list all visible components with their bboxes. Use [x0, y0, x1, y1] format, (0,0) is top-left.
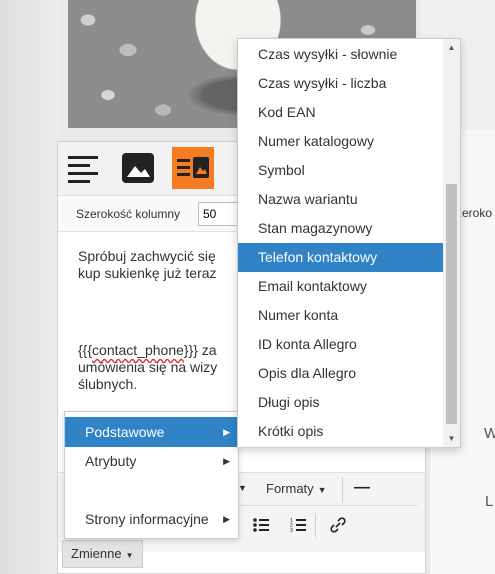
variable-item[interactable]: Numer konta — [238, 301, 444, 330]
scrollbar-thumb[interactable] — [446, 184, 457, 424]
var-close-text: }}} za — [183, 342, 217, 358]
var-open-braces: {{{ — [78, 342, 93, 358]
contact-phone-variable: contact_phone — [92, 342, 184, 358]
category-label: Podstawowe — [85, 424, 165, 440]
variable-item[interactable]: Symbol — [238, 156, 444, 185]
horizontal-rule-button[interactable]: — — [354, 479, 370, 497]
chevron-right-icon: ▶ — [223, 427, 230, 437]
variables-button[interactable]: Zmienne ▼ — [62, 540, 143, 568]
dropdown-scrollbar[interactable]: ▲ ▼ — [443, 39, 460, 447]
variable-item[interactable]: Stan magazynowy — [238, 214, 444, 243]
variables-category-menu: Podstawowe ▶ Atrybuty ▶ Strony informacyjn… — [64, 411, 239, 539]
variable-item[interactable]: Opis dla Allegro — [238, 359, 444, 388]
caret-down-icon: ▼ — [238, 483, 247, 493]
variable-item[interactable]: Nazwa wariantu — [238, 185, 444, 214]
variable-item[interactable]: Numer katalogowy — [238, 127, 444, 156]
category-item-podstawowe[interactable]: Podstawowe ▶ — [65, 417, 238, 447]
formats-caret-icon: ▼ — [317, 485, 327, 495]
category-item-empty[interactable] — [65, 475, 238, 505]
variables-caret-icon: ▼ — [125, 551, 134, 560]
toolbar-separator — [342, 477, 343, 503]
variable-item[interactable]: Email kontaktowy — [238, 272, 444, 301]
category-item-atrybuty[interactable]: Atrybuty ▶ — [65, 446, 238, 476]
layout-text-only-button[interactable] — [62, 147, 104, 189]
formats-label: Formaty — [266, 481, 314, 496]
layout-image-only-button[interactable] — [117, 147, 159, 189]
toolbar-divider — [238, 505, 418, 506]
variable-item[interactable]: Czas wysyłki - liczba — [238, 69, 444, 98]
variable-item[interactable]: Czas wysyłki - słownie — [238, 40, 444, 69]
chevron-right-icon: ▶ — [223, 456, 230, 466]
link-icon[interactable] — [330, 517, 346, 533]
chevron-right-icon: ▶ — [223, 514, 230, 524]
bullet-list-icon[interactable] — [253, 517, 269, 533]
svg-text:3: 3 — [290, 528, 293, 533]
layout-text-image-button[interactable] — [172, 147, 214, 189]
align-left-icon — [68, 156, 98, 183]
formats-dropdown[interactable]: Formaty ▼ — [266, 481, 327, 496]
background-left — [0, 0, 60, 574]
variables-list-dropdown: Czas wysyłki - słownie Czas wysyłki - li… — [237, 38, 461, 448]
variables-label: Zmienne — [71, 546, 122, 561]
category-item-strony-informacyjne[interactable]: Strony informacyjne ▶ — [65, 504, 238, 534]
variable-item-selected[interactable]: Telefon kontaktowy — [238, 243, 444, 272]
scroll-down-arrow-icon[interactable]: ▼ — [443, 430, 460, 447]
adjacent-text-l: L — [485, 493, 494, 510]
scroll-up-arrow-icon[interactable]: ▲ — [443, 39, 460, 56]
category-label: Atrybuty — [85, 453, 137, 469]
variable-item[interactable]: Krótki opis — [238, 417, 444, 446]
adjacent-text-w: W — [484, 425, 495, 442]
variable-item[interactable]: ID konta Allegro — [238, 330, 444, 359]
text-image-icon — [177, 157, 209, 178]
numbered-list-icon[interactable]: 1 2 3 — [290, 517, 306, 533]
toolbar-separator-2 — [315, 513, 316, 537]
column-width-label: Szerokość kolumny — [76, 207, 181, 221]
category-label: Strony informacyjne — [85, 511, 209, 527]
variable-item[interactable]: Długi opis — [238, 388, 444, 417]
image-icon — [122, 153, 154, 183]
adjacent-width-label: zeroko — [456, 206, 493, 220]
variable-item[interactable]: Kod EAN — [238, 98, 444, 127]
